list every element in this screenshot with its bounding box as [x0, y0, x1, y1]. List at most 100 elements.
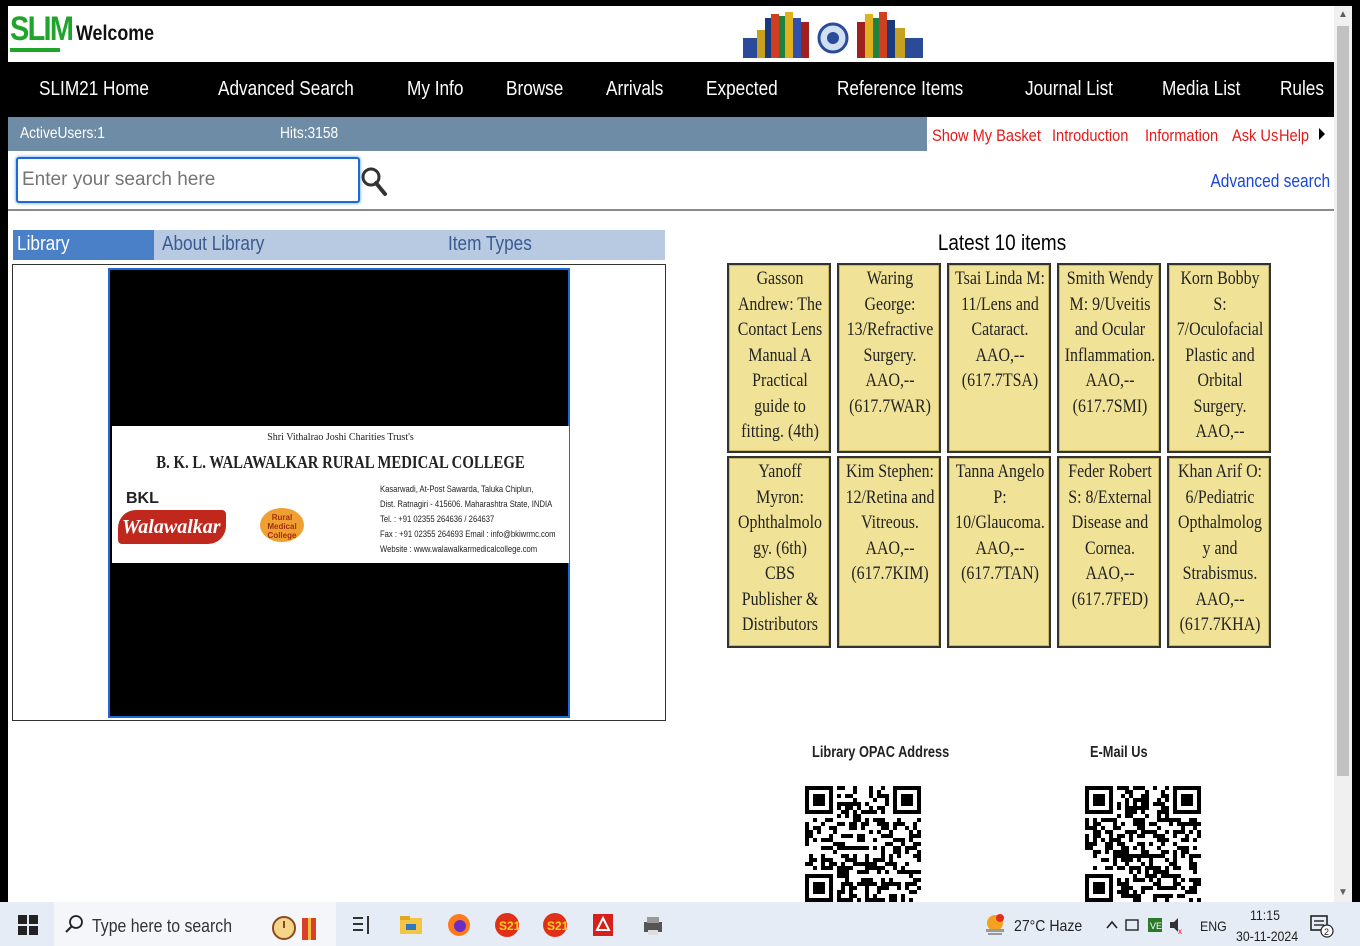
slim21-app-icon[interactable]: S21	[494, 912, 520, 938]
taskbar-search[interactable]: Type here to search	[54, 902, 336, 946]
item-line: AAO,--	[1195, 589, 1245, 610]
item-line: P:	[993, 487, 1007, 508]
item-line: guide to	[754, 396, 806, 417]
item-line: Cataract.	[971, 320, 1029, 340]
nav-slim21-home[interactable]: SLIM21 Home	[39, 78, 149, 101]
language-indicator[interactable]: ENG	[1200, 918, 1227, 934]
item-line: Vitreous.	[861, 513, 919, 533]
search-icon[interactable]	[360, 165, 388, 197]
item-line: Korn Bobby	[1180, 269, 1260, 289]
college-name: B. K. L. WALAWALKAR RURAL MEDICAL COLLEG…	[156, 452, 525, 472]
opac-qr-code-icon[interactable]	[804, 786, 922, 902]
email-qr-label: E-Mail Us	[1090, 744, 1148, 761]
search-input[interactable]	[16, 157, 360, 203]
item-line: AAO,--	[1085, 564, 1135, 584]
link-ask-us[interactable]: Ask Us	[1232, 126, 1278, 146]
taskbar-search-text: Type here to search	[92, 916, 233, 936]
latest-item-8[interactable]: Tanna Angelo P: 10/Glaucoma. AAO,-- (617.7TA…	[947, 456, 1051, 648]
acrobat-icon[interactable]	[590, 912, 616, 938]
item-line: Myron:	[756, 487, 804, 508]
nav-media-list[interactable]: Media List	[1162, 78, 1240, 101]
item-line: AAO,--	[865, 371, 915, 391]
scroll-thumb[interactable]	[1337, 26, 1349, 776]
library-panel: Shri Vithalrao Joshi Charities Trust's B…	[12, 264, 666, 721]
link-introduction[interactable]: Introduction	[1052, 126, 1128, 146]
item-line: AAO,--	[975, 538, 1025, 559]
item-line: Inflammation.	[1064, 345, 1156, 366]
latest-item-2[interactable]: Waring George: 13/Refractive Surgery. AAO,--…	[837, 263, 941, 453]
item-line: (617.7FED)	[1071, 589, 1149, 610]
books-banner-icon	[743, 12, 923, 58]
latest-items-title: Latest 10 items	[937, 230, 1067, 255]
nav-arrivals[interactable]: Arrivals	[606, 78, 663, 101]
item-line: 7/Oculofacial	[1176, 320, 1264, 340]
nav-rules[interactable]: Rules	[1280, 78, 1324, 101]
address-line: Kasarwadi, At-Post Sawarda, Taluka Chipl…	[380, 484, 534, 494]
quick-links: Show My Basket Introduction Information …	[927, 117, 1334, 151]
windows-start-icon[interactable]	[18, 915, 38, 935]
task-view-icon[interactable]	[350, 912, 376, 938]
nav-reference-items[interactable]: Reference Items	[837, 78, 963, 101]
item-line: Andrew: The	[737, 294, 823, 315]
college-banner: Shri Vithalrao Joshi Charities Trust's B…	[112, 426, 569, 563]
nav-advanced-search[interactable]: Advanced Search	[218, 78, 354, 101]
item-line: Ophthalmolo	[738, 513, 822, 533]
latest-item-4[interactable]: Smith Wendy M: 9/Uveitis and Ocular Inflamm…	[1057, 263, 1161, 453]
nav-journal-list[interactable]: Journal List	[1025, 78, 1113, 101]
item-line: (617.7TAN)	[961, 564, 1039, 584]
trust-name: Shri Vithalrao Joshi Charities Trust's	[267, 432, 414, 443]
search-row: Advanced search	[8, 151, 1334, 211]
latest-item-9[interactable]: Feder Robert S: 8/External Disease and Corn…	[1057, 456, 1161, 648]
clock-time[interactable]: 11:15	[1250, 907, 1280, 923]
item-line: Smith Wendy	[1066, 269, 1154, 289]
item-line: (617.7KHA)	[1179, 615, 1261, 635]
item-line: Surgery.	[1193, 396, 1247, 417]
top-header: SLIM Welcome	[8, 6, 1334, 62]
nav-browse[interactable]: Browse	[506, 78, 563, 101]
file-explorer-icon[interactable]	[398, 912, 424, 938]
slim-logo[interactable]: SLIM	[10, 10, 74, 49]
weather-icon[interactable]	[982, 912, 1008, 938]
latest-item-7[interactable]: Kim Stephen: 12/Retina and Vitreous. AAO,--…	[837, 456, 941, 648]
tab-about-library[interactable]: About Library	[162, 233, 264, 256]
help-arrow-icon[interactable]	[1319, 128, 1325, 140]
advanced-search-link[interactable]: Advanced search	[1210, 171, 1330, 192]
tab-item-types[interactable]: Item Types	[448, 233, 532, 256]
item-line: 10/Glaucoma.	[955, 513, 1045, 533]
page-scrollbar[interactable]: ▲ ▼	[1334, 6, 1352, 902]
latest-item-5[interactable]: Korn Bobby S: 7/Oculofacial Plastic and Orbi…	[1167, 263, 1271, 453]
nav-expected[interactable]: Expected	[706, 78, 778, 101]
latest-item-10[interactable]: Khan Arif O: 6/Pediatric Opthalmolog y and S…	[1167, 456, 1271, 648]
item-line: Strabismus.	[1182, 564, 1258, 584]
firefox-icon[interactable]	[446, 912, 472, 938]
link-help[interactable]: Help	[1279, 126, 1309, 146]
nav-my-info[interactable]: My Info	[407, 78, 463, 101]
opac-qr-label: Library OPAC Address	[812, 744, 950, 761]
printer-icon[interactable]	[640, 912, 666, 938]
scroll-up-icon[interactable]: ▲	[1334, 6, 1352, 24]
system-tray-icons[interactable]: VE x	[1104, 912, 1184, 938]
link-information[interactable]: Information	[1145, 126, 1218, 146]
tab-library[interactable]: Library	[13, 230, 154, 260]
link-show-my-basket[interactable]: Show My Basket	[932, 126, 1041, 146]
library-slideshow[interactable]: Shri Vithalrao Joshi Charities Trust's B…	[108, 268, 570, 718]
college-address: Kasarwadi, At-Post Sawarda, Taluka Chipl…	[380, 482, 556, 557]
item-line: AAO,--	[1195, 422, 1245, 442]
weather-text[interactable]: 27°C Haze	[1014, 918, 1082, 936]
notification-icon[interactable]: 2	[1308, 912, 1334, 938]
library-tabs: Library About Library Item Types	[13, 230, 665, 260]
latest-item-1[interactable]: Gasson Andrew: The Contact Lens Manual A Pra…	[727, 263, 831, 453]
clock-date[interactable]: 30-11-2024	[1236, 928, 1298, 944]
item-line: Distributors	[741, 615, 819, 635]
main-navbar: SLIM21 Home Advanced Search My Info Brow…	[8, 62, 1334, 117]
item-line: (617.7SMI)	[1072, 396, 1148, 417]
latest-item-3[interactable]: Tsai Linda M: 11/Lens and Cataract. AAO,-- (…	[947, 263, 1051, 453]
address-line: Website : www.walawalkarmedicalcollege.c…	[380, 544, 538, 554]
latest-item-6[interactable]: Yanoff Myron: Ophthalmolo gy. (6th) CBS Publi…	[727, 456, 831, 648]
email-qr-code-icon[interactable]	[1081, 786, 1205, 902]
scroll-down-icon[interactable]: ▼	[1334, 884, 1352, 902]
slim21-app-icon-2[interactable]: S21	[542, 912, 568, 938]
item-line: Practical	[752, 371, 808, 391]
svg-text:x: x	[1178, 927, 1182, 936]
item-line: gy. (6th)	[753, 538, 807, 559]
